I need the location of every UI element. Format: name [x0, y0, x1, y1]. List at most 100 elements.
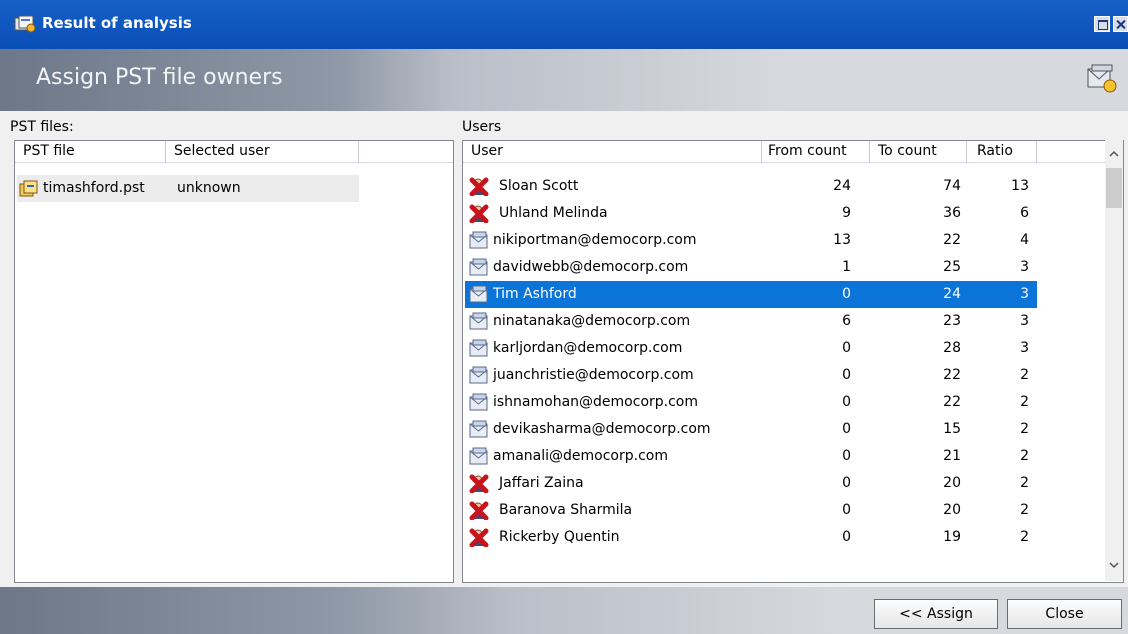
- pst-files-label: PST files:: [10, 119, 74, 135]
- user-from-count: 6: [842, 313, 851, 329]
- column-header-from-count[interactable]: From count: [762, 141, 870, 163]
- user-row[interactable]: Rickerby Quentin 0 19 2: [465, 524, 1037, 551]
- user-ratio: 3: [1020, 340, 1029, 356]
- scroll-up-icon[interactable]: [1105, 145, 1123, 163]
- user-row[interactable]: devikasharma@democorp.com 0 15 2: [465, 416, 1037, 443]
- user-name: Sloan Scott: [499, 178, 579, 194]
- user-name: Jaffari Zaina: [499, 475, 584, 491]
- user-to-count: 21: [943, 448, 961, 464]
- user-from-count: 0: [842, 529, 851, 545]
- mailbox-icon: [469, 285, 488, 303]
- user-ratio: 2: [1020, 502, 1029, 518]
- pst-file-icon: [19, 180, 38, 197]
- user-to-count: 74: [943, 178, 961, 194]
- user-name: devikasharma@democorp.com: [493, 421, 711, 437]
- mailbox-star-icon: [1087, 64, 1117, 93]
- user-ratio: 2: [1020, 367, 1029, 383]
- mailbox-icon: [469, 393, 488, 411]
- user-to-count: 25: [943, 259, 961, 275]
- maximize-button[interactable]: [1094, 16, 1110, 32]
- red-x-user-icon: [469, 501, 489, 520]
- user-ratio: 6: [1020, 205, 1029, 221]
- user-name: Uhland Melinda: [499, 205, 608, 221]
- red-x-user-icon: [469, 474, 489, 493]
- close-button[interactable]: Close: [1007, 599, 1122, 629]
- pst-files-list[interactable]: PST file Selected user timashford.pst un…: [14, 140, 454, 583]
- user-row[interactable]: Tim Ashford 0 24 3: [465, 281, 1037, 308]
- analysis-icon: [14, 15, 36, 33]
- user-from-count: 0: [842, 340, 851, 356]
- user-name: amanali@democorp.com: [493, 448, 668, 464]
- user-ratio: 2: [1020, 529, 1029, 545]
- header-banner: Assign PST file owners: [0, 49, 1128, 111]
- user-from-count: 0: [842, 475, 851, 491]
- user-row[interactable]: Baranova Sharmila 0 20 2: [465, 497, 1037, 524]
- user-name: ishnamohan@democorp.com: [493, 394, 698, 410]
- user-name: davidwebb@democorp.com: [493, 259, 689, 275]
- user-from-count: 0: [842, 367, 851, 383]
- user-row[interactable]: Sloan Scott 24 74 13: [465, 173, 1037, 200]
- user-ratio: 13: [1011, 178, 1029, 194]
- user-ratio: 3: [1020, 259, 1029, 275]
- user-from-count: 0: [842, 394, 851, 410]
- user-name: Rickerby Quentin: [499, 529, 620, 545]
- scroll-down-icon[interactable]: [1105, 556, 1123, 574]
- pst-selected-user: unknown: [177, 180, 241, 196]
- user-row[interactable]: juanchristie@democorp.com 0 22 2: [465, 362, 1037, 389]
- column-header-pst-file[interactable]: PST file: [15, 141, 166, 163]
- user-row[interactable]: nikiportman@democorp.com 13 22 4: [465, 227, 1037, 254]
- column-header-filler: [1037, 141, 1107, 163]
- user-name: juanchristie@democorp.com: [493, 367, 694, 383]
- title-bar: Result of analysis: [0, 0, 1128, 49]
- user-name: ninatanaka@democorp.com: [493, 313, 691, 329]
- user-row[interactable]: karljordan@democorp.com 0 28 3: [465, 335, 1037, 362]
- user-to-count: 23: [943, 313, 961, 329]
- user-to-count: 22: [943, 232, 961, 248]
- user-row[interactable]: amanali@democorp.com 0 21 2: [465, 443, 1037, 470]
- mailbox-icon: [469, 312, 488, 330]
- user-name: nikiportman@democorp.com: [493, 232, 697, 248]
- user-to-count: 22: [943, 394, 961, 410]
- user-to-count: 22: [943, 367, 961, 383]
- page-title: Assign PST file owners: [36, 65, 283, 90]
- user-ratio: 3: [1020, 313, 1029, 329]
- user-row[interactable]: ishnamohan@democorp.com 0 22 2: [465, 389, 1037, 416]
- users-label: Users: [462, 119, 502, 135]
- column-header-filler: [359, 141, 453, 163]
- pst-file-row[interactable]: timashford.pst unknown: [17, 175, 359, 202]
- close-window-button[interactable]: [1113, 16, 1128, 32]
- user-ratio: 2: [1020, 394, 1029, 410]
- user-from-count: 0: [842, 286, 851, 302]
- column-header-to-count[interactable]: To count: [870, 141, 967, 163]
- user-ratio: 2: [1020, 475, 1029, 491]
- user-ratio: 2: [1020, 421, 1029, 437]
- scrollbar-thumb[interactable]: [1106, 168, 1122, 208]
- window-title: Result of analysis: [42, 14, 192, 32]
- user-name: Tim Ashford: [493, 286, 577, 302]
- user-from-count: 24: [833, 178, 851, 194]
- user-row[interactable]: Jaffari Zaina 0 20 2: [465, 470, 1037, 497]
- user-from-count: 0: [842, 448, 851, 464]
- user-to-count: 28: [943, 340, 961, 356]
- user-row[interactable]: davidwebb@democorp.com 1 25 3: [465, 254, 1037, 281]
- column-header-user[interactable]: User: [463, 141, 762, 163]
- mailbox-icon: [469, 420, 488, 438]
- user-name: Baranova Sharmila: [499, 502, 633, 518]
- user-to-count: 20: [943, 475, 961, 491]
- user-to-count: 19: [943, 529, 961, 545]
- red-x-user-icon: [469, 204, 489, 223]
- users-list[interactable]: User From count To count Ratio Sloan Sco…: [462, 140, 1124, 583]
- user-row[interactable]: ninatanaka@democorp.com 6 23 3: [465, 308, 1037, 335]
- user-to-count: 24: [943, 286, 961, 302]
- mailbox-icon: [469, 258, 488, 276]
- red-x-user-icon: [469, 177, 489, 196]
- user-row[interactable]: Uhland Melinda 9 36 6: [465, 200, 1037, 227]
- user-to-count: 36: [943, 205, 961, 221]
- mailbox-icon: [469, 366, 488, 384]
- assign-button[interactable]: << Assign: [874, 599, 998, 629]
- pst-file-name: timashford.pst: [43, 180, 145, 196]
- column-header-selected-user[interactable]: Selected user: [166, 141, 359, 163]
- column-header-ratio[interactable]: Ratio: [967, 141, 1037, 163]
- mailbox-icon: [469, 447, 488, 465]
- user-name: karljordan@democorp.com: [493, 340, 683, 356]
